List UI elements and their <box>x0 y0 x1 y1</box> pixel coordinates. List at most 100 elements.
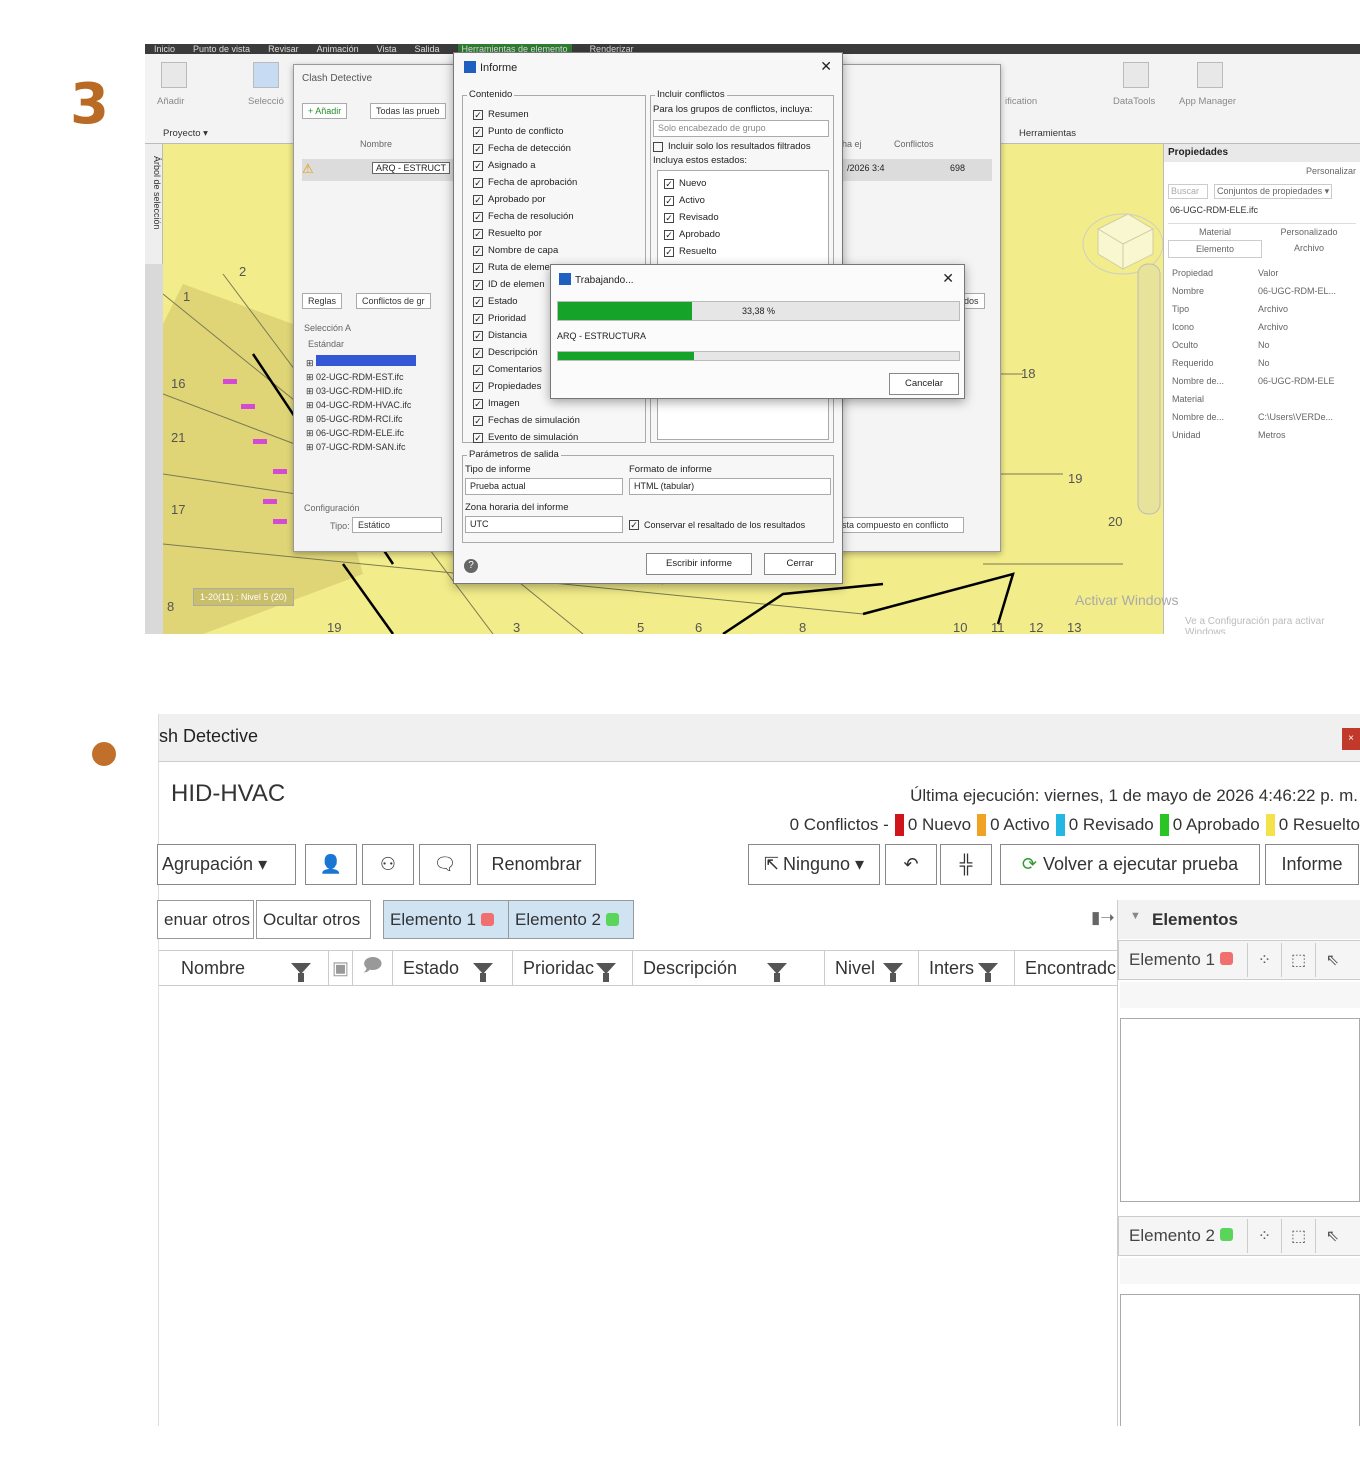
group-header-select[interactable]: Solo encabezado de grupo <box>653 120 829 137</box>
tab-salida[interactable]: Salida <box>414 44 439 54</box>
tipo-select[interactable]: Estático <box>352 517 442 533</box>
help-icon[interactable]: ? <box>464 559 478 573</box>
property-sets-dropdown[interactable]: Conjuntos de propiedades ▾ <box>1214 184 1333 199</box>
focus-icon[interactable]: ⬚ <box>1281 943 1315 977</box>
property-row[interactable]: Icono Archivo <box>1164 318 1360 336</box>
property-row[interactable]: Requerido No <box>1164 354 1360 372</box>
checkbox-fechas-simulacion[interactable]: ✓ Fechas de simulación <box>473 412 631 429</box>
tab-revisar[interactable]: Revisar <box>268 44 299 54</box>
formato-select[interactable]: HTML (tabular) <box>629 478 831 495</box>
tab-vista[interactable]: Vista <box>377 44 397 54</box>
unassign-icon[interactable]: ⚇ <box>362 844 414 885</box>
checkbox-punto-conflicto[interactable]: ✓ Punto de conflicto <box>473 123 631 140</box>
tab-reglas[interactable]: Reglas <box>302 293 343 309</box>
informe-button[interactable]: Informe <box>1265 844 1359 885</box>
col-nombre[interactable]: Nombre <box>159 951 329 985</box>
col-prioridad[interactable]: Prioridac <box>513 951 633 985</box>
add-test-button[interactable]: + Añadir <box>302 103 348 119</box>
checkbox-evento-simulacion[interactable]: ✓ Evento de simulación <box>473 429 631 446</box>
checkbox-fecha-aprobacion[interactable]: ✓ Fecha de aprobación <box>473 174 631 191</box>
tab-conflictos-grupo[interactable]: Conflictos de gr <box>356 293 431 309</box>
volver-ejecutar-button[interactable]: ⟳ Volver a ejecutar prueba <box>1000 844 1260 885</box>
add-icon[interactable] <box>161 62 187 88</box>
cerrar-button[interactable]: Cerrar <box>764 553 836 575</box>
agrupacion-button[interactable]: Agrupación ▾ <box>157 844 296 885</box>
dock-icon[interactable]: ▮➝ <box>1091 908 1115 928</box>
select-element-icon[interactable]: ⁘ <box>1247 943 1281 977</box>
checkbox-aprobado[interactable]: ✓ Aprobado <box>664 226 822 243</box>
checkbox-conservar[interactable]: ✓ Conservar el resaltado de los resultado… <box>629 516 805 533</box>
checkbox-resuelto[interactable]: ✓ Resuelto <box>664 243 822 260</box>
zona-select[interactable]: UTC <box>465 516 623 533</box>
escribir-informe-button[interactable]: Escribir informe <box>646 553 752 575</box>
col-inters[interactable]: Inters <box>919 951 1015 985</box>
pointer-icon[interactable]: ⇖ <box>1315 1219 1349 1253</box>
col-encontrado[interactable]: Encontradc <box>1015 951 1117 985</box>
property-row[interactable]: Oculto No <box>1164 336 1360 354</box>
tree-item[interactable]: ⊞ 03-UGC-RDM-HID.ifc <box>306 384 446 398</box>
property-row[interactable]: Propiedad Valor <box>1164 264 1360 282</box>
tab-animacion[interactable]: Animación <box>317 44 359 54</box>
ninguno-button[interactable]: ⇱ Ninguno ▾ <box>748 844 880 885</box>
tree-item-selected[interactable]: ⊞ <box>306 355 446 370</box>
col-nivel[interactable]: Nivel <box>825 951 919 985</box>
col-estado[interactable]: Estado <box>393 951 513 985</box>
all-tests-button[interactable]: Todas las prueb <box>370 103 446 119</box>
personalizar-link[interactable]: Personalizar <box>1164 162 1360 180</box>
property-row[interactable]: Nombre de... C:\Users\VERDe... <box>1164 408 1360 426</box>
col-image-icon[interactable]: ▣ <box>329 951 353 985</box>
checkbox-activo[interactable]: ✓ Activo <box>664 192 822 209</box>
tab-personalizado[interactable]: Personalizado <box>1262 224 1356 240</box>
select-element-icon[interactable]: ⁘ <box>1247 1219 1281 1253</box>
add-comment-icon[interactable]: 🗨 <box>419 844 471 885</box>
checkbox-fecha-deteccion[interactable]: ✓ Fecha de detección <box>473 140 631 157</box>
cancelar-button[interactable]: Cancelar <box>889 373 959 395</box>
assign-icon[interactable]: 👤 <box>305 844 357 885</box>
checkbox-nombre-capa[interactable]: ✓ Nombre de capa <box>473 242 631 259</box>
select-icon[interactable] <box>253 62 279 88</box>
col-descripcion[interactable]: Descripción <box>633 951 825 985</box>
atenuar-otros-button[interactable]: enuar otros <box>157 900 254 939</box>
checkbox-asignado[interactable]: ✓ Asignado a <box>473 157 631 174</box>
tree-item[interactable]: ⊞ 06-UGC-RDM-ELE.ifc <box>306 426 446 440</box>
tab-archivo[interactable]: Archivo <box>1262 240 1356 258</box>
tipo-informe-select[interactable]: Prueba actual <box>465 478 623 495</box>
elemento1-toggle[interactable]: Elemento 1 <box>383 900 509 939</box>
property-row[interactable]: Unidad Metros <box>1164 426 1360 444</box>
grid-warning-icon[interactable]: ╬ <box>940 844 992 885</box>
tree-item[interactable]: ⊞ 02-UGC-RDM-EST.ifc <box>306 370 446 384</box>
checkbox-solo-filtrados[interactable]: Incluir solo los resultados filtrados <box>653 138 811 155</box>
tab-punto-de-vista[interactable]: Punto de vista <box>193 44 250 54</box>
property-row[interactable]: Nombre de... 06-UGC-RDM-ELE <box>1164 372 1360 390</box>
col-comment-icon[interactable]: 🗩 <box>353 951 393 985</box>
elemento2-toggle[interactable]: Elemento 2 <box>508 900 634 939</box>
close-icon[interactable]: × <box>1342 728 1360 750</box>
datatools-icon[interactable] <box>1123 62 1149 88</box>
property-row[interactable]: Tipo Archivo <box>1164 300 1360 318</box>
checkbox-nuevo[interactable]: ✓ Nuevo <box>664 175 822 192</box>
checkbox-resumen[interactable]: ✓ Resumen <box>473 106 631 123</box>
selection-tree-tab[interactable]: Árbol de selección <box>145 144 163 264</box>
compuesto-option[interactable]: ista compuesto en conflicto <box>834 517 964 533</box>
tree-item[interactable]: ⊞ 04-UGC-RDM-HVAC.ifc <box>306 398 446 412</box>
checkbox-resuelto-por[interactable]: ✓ Resuelto por <box>473 225 631 242</box>
proyecto-dropdown[interactable]: Proyecto ▾ <box>163 128 208 139</box>
undo-icon[interactable]: ↶ <box>885 844 937 885</box>
close-icon[interactable]: ✕ <box>820 58 832 75</box>
tree-item[interactable]: ⊞ 07-UGC-RDM-SAN.ifc <box>306 440 446 454</box>
tab-elemento[interactable]: Elemento <box>1168 240 1262 258</box>
app-manager-icon[interactable] <box>1197 62 1223 88</box>
checkbox-fecha-resolucion[interactable]: ✓ Fecha de resolución <box>473 208 631 225</box>
close-icon[interactable]: ✕ <box>942 270 954 287</box>
checkbox-aprobado-por[interactable]: ✓ Aprobado por <box>473 191 631 208</box>
property-row[interactable]: Nombre 06-UGC-RDM-EL... <box>1164 282 1360 300</box>
tree-item[interactable]: ⊞ 05-UGC-RDM-RCI.ifc <box>306 412 446 426</box>
property-row[interactable]: Material <box>1164 390 1360 408</box>
tab-material[interactable]: Material <box>1168 224 1262 240</box>
focus-icon[interactable]: ⬚ <box>1281 1219 1315 1253</box>
checkbox-revisado[interactable]: ✓ Revisado <box>664 209 822 226</box>
tab-inicio[interactable]: Inicio <box>154 44 175 54</box>
search-input[interactable]: Buscar <box>1168 184 1208 199</box>
pointer-icon[interactable]: ⇖ <box>1315 943 1349 977</box>
elementos-header[interactable]: ▼ Elementos <box>1118 900 1360 939</box>
